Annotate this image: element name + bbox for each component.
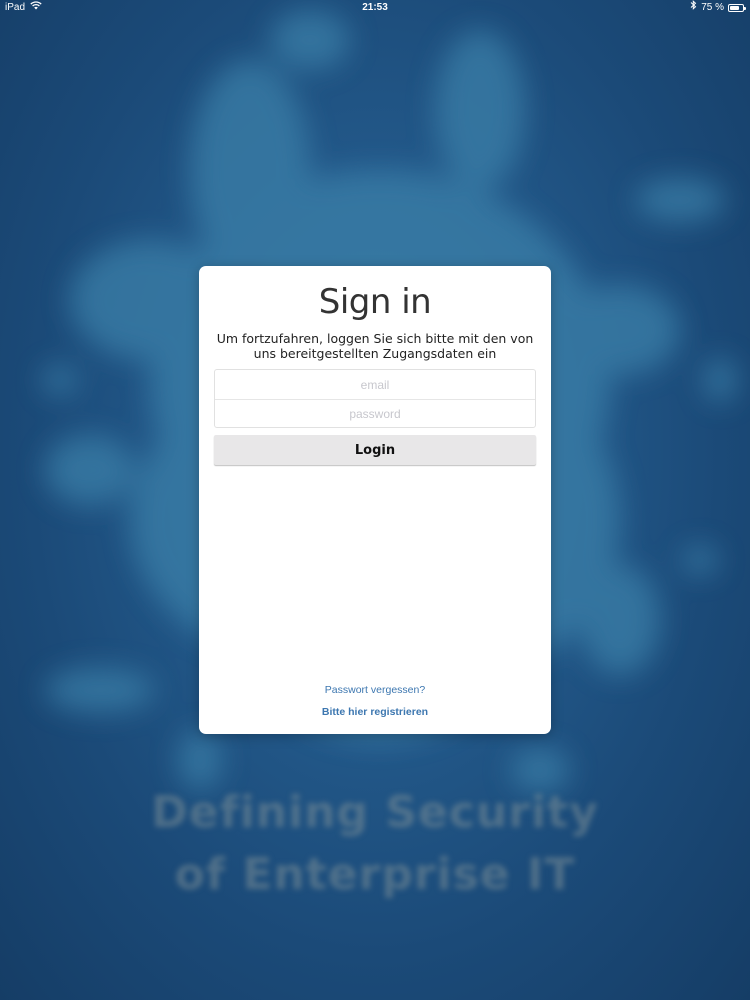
email-field[interactable] [215, 370, 535, 399]
page-title: Sign in [318, 282, 432, 322]
status-bar: iPad 21:53 75 % [0, 0, 750, 16]
background-tagline: Defining Security of Enterprise IT [0, 782, 750, 906]
battery-percent: 75 % [701, 2, 724, 13]
password-field[interactable] [215, 399, 535, 428]
battery-icon [728, 4, 746, 12]
background-tagline-line1: Defining Security [151, 787, 599, 838]
battery-fill [730, 6, 739, 10]
status-bar-right: 75 % [690, 0, 746, 16]
clock: 21:53 [362, 2, 388, 13]
credentials-form [214, 369, 536, 428]
forgot-password-link[interactable]: Passwort vergessen? [199, 684, 551, 696]
login-button[interactable]: Login [214, 435, 536, 465]
bluetooth-icon [690, 0, 697, 16]
login-instructions: Um fortzufahren, loggen Sie sich bitte m… [216, 331, 534, 361]
background-tagline-line2: of Enterprise IT [174, 849, 576, 900]
register-link[interactable]: Bitte hier registrieren [199, 706, 551, 718]
login-card: Sign in Um fortzufahren, loggen Sie sich… [199, 266, 551, 734]
